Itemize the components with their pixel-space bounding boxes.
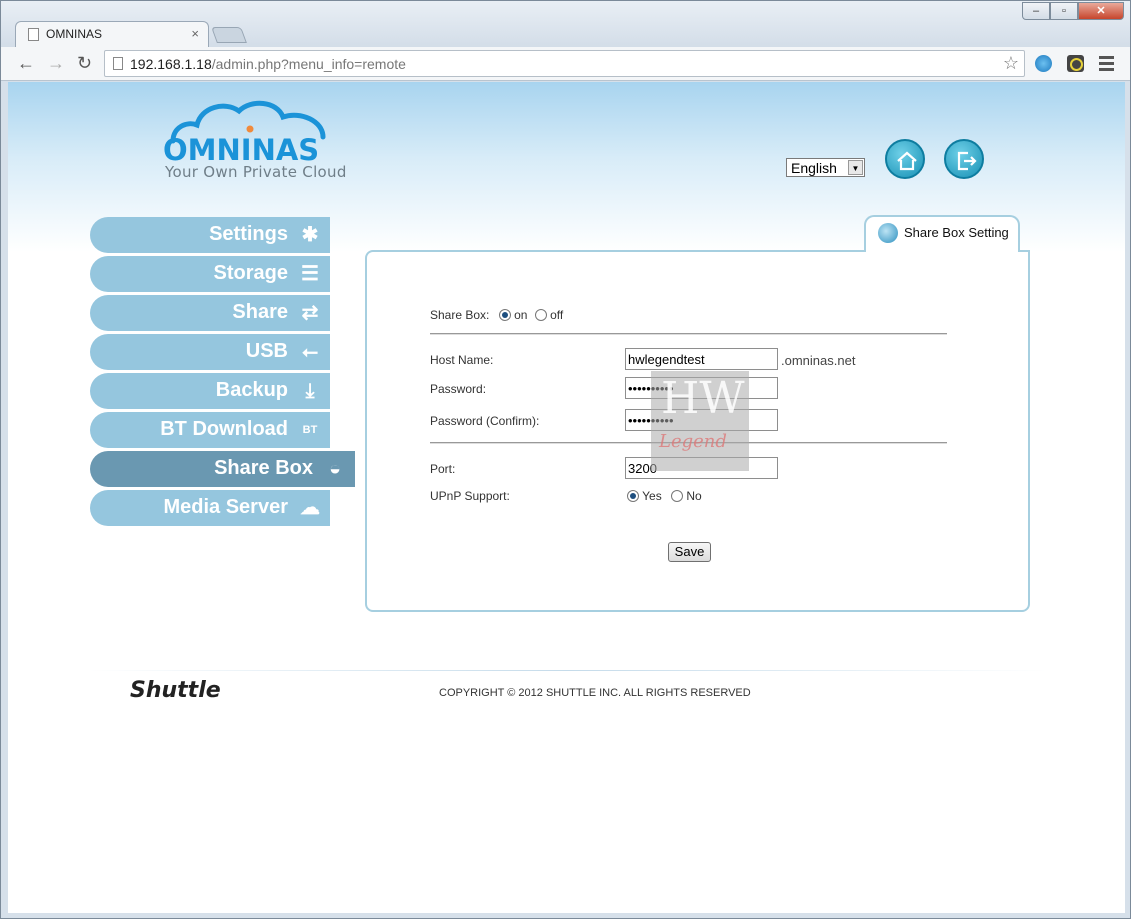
no-label: No: [686, 489, 702, 503]
sidebar-item-label: Settings: [209, 223, 288, 245]
host-name-label: Host Name:: [430, 353, 494, 367]
host-suffix: .omninas.net: [781, 353, 856, 368]
home-icon: [897, 151, 917, 171]
sidebar-item-media-server[interactable]: Media Server ☁: [90, 490, 330, 526]
password-confirm-label: Password (Confirm):: [430, 414, 540, 428]
minimize-button[interactable]: –: [1022, 2, 1050, 20]
yes-label: Yes: [642, 489, 662, 503]
sidebar-item-label: Backup: [215, 379, 288, 401]
back-icon[interactable]: ←: [17, 53, 35, 73]
omninas-logo: OMNINAS Your Own Private Cloud: [163, 97, 346, 187]
tab-label: Share Box Setting: [904, 225, 1009, 240]
logout-button[interactable]: [944, 139, 984, 179]
share-box-label: Share Box:: [430, 308, 490, 322]
page-icon: [113, 57, 123, 70]
usb-icon: ⭠: [302, 341, 318, 363]
tab-share-box-setting[interactable]: Share Box Setting: [864, 215, 1020, 253]
globe-icon: [878, 223, 898, 243]
sidebar-item-share[interactable]: Share ⇄: [90, 295, 330, 331]
home-button[interactable]: [885, 139, 925, 179]
brand-tagline: Your Own Private Cloud: [165, 163, 347, 181]
skype-extension-icon[interactable]: [1035, 55, 1052, 72]
share-box-on-radio[interactable]: [498, 309, 511, 321]
new-tab-button[interactable]: [211, 27, 247, 43]
password-label: Password:: [430, 382, 487, 396]
share-arrows-icon: ⇄: [301, 302, 319, 324]
upnp-no-radio[interactable]: [671, 490, 684, 502]
sidebar-item-bt-download[interactable]: BT Download BT: [90, 412, 330, 448]
sidebar-item-label: BT Download: [160, 418, 288, 440]
extension-icon[interactable]: [1067, 55, 1084, 72]
tab-joint: [866, 249, 1018, 253]
tab-title: OMNINAS: [46, 27, 103, 41]
off-label: off: [550, 308, 564, 322]
browser-tab[interactable]: OMNINAS ×: [15, 21, 209, 47]
media-server-icon: ☁: [300, 497, 320, 519]
divider: [430, 333, 947, 335]
logout-icon: [957, 151, 977, 171]
save-button[interactable]: Save: [668, 542, 711, 562]
browser-menu-icon[interactable]: [1099, 56, 1114, 74]
window-controls: – ▫ ✕: [1022, 2, 1124, 20]
sidebar-nav: Settings ✱ Storage ☰ Share ⇄ USB ⭠ Backu…: [90, 217, 360, 529]
tools-icon: ✱: [301, 224, 319, 246]
watermark-text-bottom: Legend: [659, 431, 727, 452]
on-label: on: [514, 308, 528, 322]
sidebar-item-storage[interactable]: Storage ☰: [90, 256, 330, 292]
url-text: 192.168.1.18/admin.php?menu_info=remote: [130, 56, 406, 72]
sidebar-item-label: Storage: [213, 262, 288, 284]
upnp-label: UPnP Support:: [430, 489, 510, 503]
maximize-button[interactable]: ▫: [1050, 2, 1078, 20]
sidebar-item-label: Share Box: [214, 457, 313, 479]
sidebar-item-usb[interactable]: USB ⭠: [90, 334, 330, 370]
url-path: /admin.php?menu_info=remote: [211, 56, 406, 72]
sidebar-item-label: Media Server: [163, 496, 288, 518]
reload-icon[interactable]: ↻: [77, 53, 92, 73]
upnp-radio-group: Yes No: [627, 489, 702, 503]
page-viewport: OMNINAS Your Own Private Cloud English ▼…: [8, 82, 1125, 913]
port-label: Port:: [430, 462, 456, 476]
browser-window: OMNINAS × – ▫ ✕ ← → ↻ 192.168.1.18/admin…: [0, 0, 1131, 919]
sidebar-item-settings[interactable]: Settings ✱: [90, 217, 330, 253]
forward-icon[interactable]: →: [47, 53, 65, 73]
watermark: HW Legend: [651, 371, 749, 471]
language-value: English: [791, 160, 837, 176]
host-name-input[interactable]: [625, 348, 778, 370]
title-bar: OMNINAS × – ▫ ✕: [1, 1, 1130, 47]
sidebar-item-label: Share: [232, 301, 288, 323]
copyright-text: COPYRIGHT © 2012 SHUTTLE INC. ALL RIGHTS…: [439, 687, 751, 699]
upnp-yes-radio[interactable]: [627, 490, 639, 502]
shuttle-logo: Shuttle: [130, 678, 221, 703]
bt-download-icon: BT: [302, 424, 318, 436]
backup-icon: ⤓: [305, 380, 315, 402]
share-box-off-radio[interactable]: [534, 309, 547, 321]
page-favicon-icon: [28, 28, 39, 41]
close-window-button[interactable]: ✕: [1078, 2, 1124, 20]
storage-icon: ☰: [301, 263, 319, 285]
sidebar-item-share-box[interactable]: Share Box ◒: [90, 451, 355, 487]
browser-toolbar: ← → ↻ 192.168.1.18/admin.php?menu_info=r…: [1, 47, 1130, 81]
share-box-icon: ◒: [328, 458, 342, 480]
language-select[interactable]: English ▼: [786, 158, 865, 177]
footer-divider: [88, 670, 1048, 671]
address-bar[interactable]: 192.168.1.18/admin.php?menu_info=remote …: [104, 50, 1025, 77]
brand-name: OMNINAS: [163, 133, 320, 167]
bookmark-star-icon[interactable]: ☆: [1003, 53, 1019, 74]
dropdown-arrow-icon: ▼: [848, 160, 863, 175]
share-box-toggle-row: Share Box: on off: [430, 308, 563, 322]
sidebar-item-label: USB: [245, 340, 288, 362]
tab-close-icon[interactable]: ×: [191, 26, 199, 41]
watermark-text-top: HW: [661, 373, 745, 424]
url-host: 192.168.1.18: [130, 56, 212, 72]
sidebar-item-backup[interactable]: Backup ⤓: [90, 373, 330, 409]
